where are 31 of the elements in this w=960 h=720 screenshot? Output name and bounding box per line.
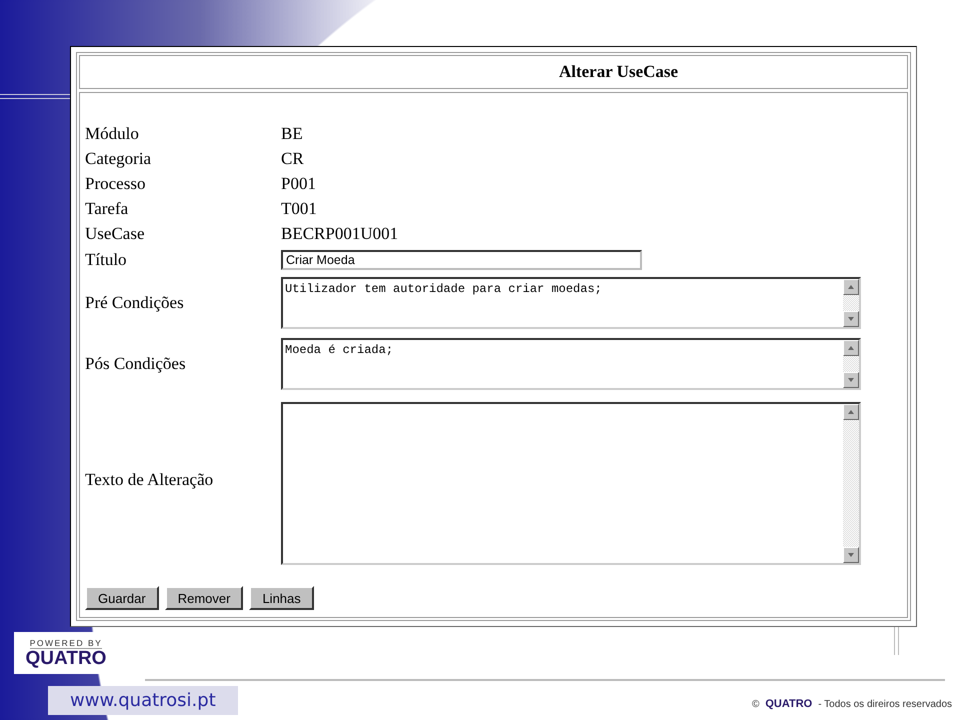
form-button[interactable]: Remover xyxy=(164,586,244,610)
field-label: Módulo xyxy=(85,123,140,145)
field-label: UseCase xyxy=(85,223,146,245)
field-label: Processo xyxy=(85,173,146,195)
field-value: BE xyxy=(281,123,304,145)
text-area-field[interactable]: Moeda é criada; xyxy=(281,338,861,390)
field-value: BECRP001U001 xyxy=(281,223,400,245)
website-url: www.quatrosi.pt xyxy=(48,686,238,715)
form-button[interactable]: Linhas xyxy=(249,586,314,610)
field-label: Pré Condições xyxy=(85,292,185,314)
logo-caption: POWERED BY xyxy=(30,638,102,648)
field-value: T001 xyxy=(281,198,318,220)
text-area-field[interactable]: Utilizador tem autoridade para criar moedas; xyxy=(281,277,861,329)
field-label: Texto de Alteração xyxy=(85,469,214,491)
copyright-text: - Todos os direiros reservados xyxy=(818,698,952,710)
field-label: Categoria xyxy=(85,148,152,170)
vertical-scrollbar[interactable] xyxy=(843,279,859,327)
field-value: P001 xyxy=(281,173,317,195)
copyright-brand: QUATRO xyxy=(765,698,812,710)
field-label: Tarefa xyxy=(85,198,130,220)
logo-name: QUATRO xyxy=(26,648,106,668)
title-input-field[interactable]: Criar Moeda xyxy=(281,250,642,270)
form-title: Alterar UseCase xyxy=(558,62,678,82)
vertical-scrollbar[interactable] xyxy=(843,340,859,388)
copyright-symbol: © xyxy=(752,698,760,710)
vertical-scrollbar[interactable] xyxy=(843,404,859,563)
field-value: CR xyxy=(281,148,305,170)
field-label: Título xyxy=(85,248,128,270)
text-area-field[interactable] xyxy=(281,402,861,565)
form-button[interactable]: Guardar xyxy=(85,586,159,610)
field-label: Pós Condições xyxy=(85,353,187,375)
